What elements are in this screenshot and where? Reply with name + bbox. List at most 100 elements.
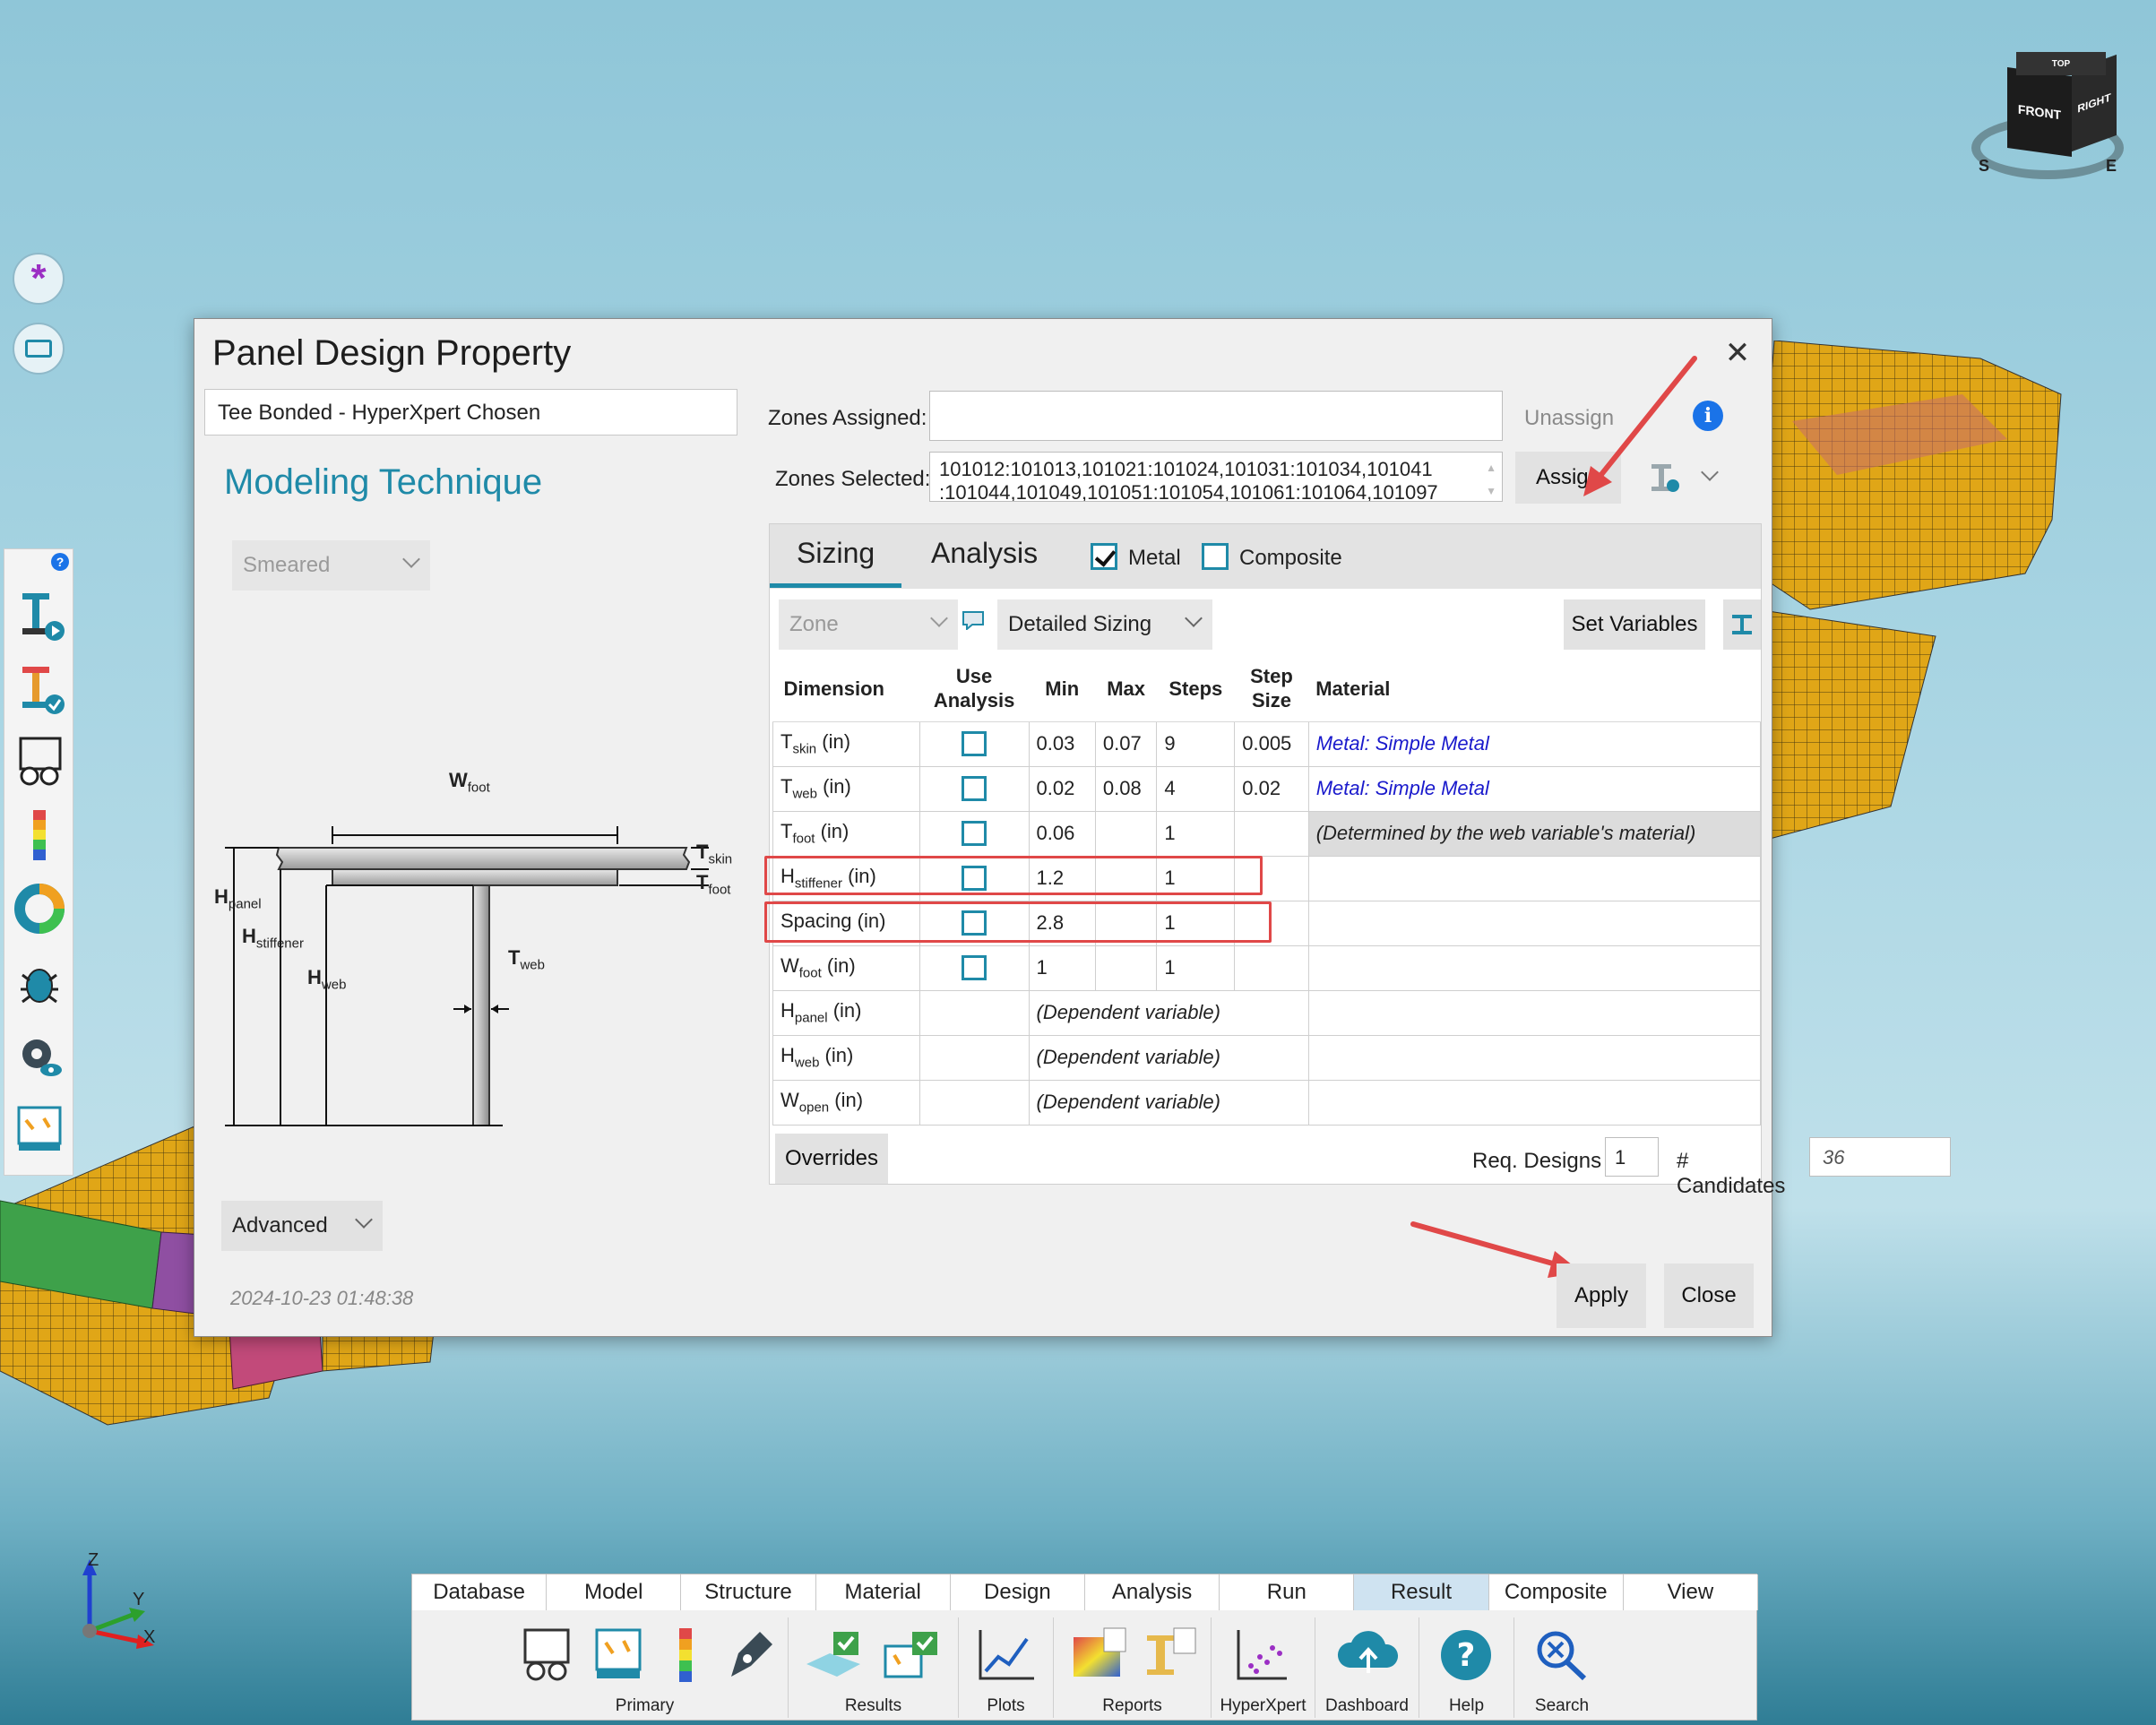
sizing-tabbar: Sizing Analysis Metal Composite (770, 524, 1761, 589)
step-size-cell[interactable] (1234, 944, 1309, 991)
contour-legend-tool[interactable] (13, 806, 65, 865)
zones-selected-line1: 101012:101013,101021:101024,101031:10103… (939, 458, 1433, 480)
zones-selected-field[interactable]: 101012:101013,101021:101024,101031:10103… (929, 452, 1503, 502)
scroll-up-icon[interactable]: ▲ (1486, 456, 1496, 479)
settings-view-tool[interactable] (13, 1026, 65, 1085)
material-cell[interactable]: Metal: Simple Metal (1307, 765, 1762, 812)
ribbon-group-label: Dashboard (1325, 1696, 1409, 1715)
min-cell[interactable]: 0.06 (1028, 810, 1096, 857)
beam-profile-button[interactable] (1723, 599, 1761, 650)
steps-cell[interactable]: 1 (1156, 944, 1236, 991)
use-analysis-checkbox[interactable] (962, 731, 987, 757)
max-cell[interactable]: 0.08 (1094, 765, 1158, 812)
scroll-down-icon[interactable]: ▼ (1486, 479, 1496, 501)
ribbon-tab-analysis[interactable]: Analysis (1085, 1574, 1220, 1610)
zones-assigned-field[interactable] (929, 391, 1503, 441)
max-cell[interactable] (1094, 944, 1158, 991)
pen-tool-icon[interactable] (720, 1626, 778, 1684)
beam-report-icon[interactable] (1138, 1626, 1201, 1684)
results-check-icon[interactable] (803, 1628, 866, 1682)
use-analysis-checkbox[interactable] (962, 955, 987, 981)
steps-cell[interactable]: 4 (1156, 765, 1236, 812)
asterisk-button[interactable]: * (13, 253, 65, 305)
beam-check-tool[interactable] (13, 659, 65, 718)
ribbon-tab-structure[interactable]: Structure (681, 1574, 816, 1610)
steps-cell[interactable]: 1 (1156, 810, 1236, 857)
t-skin-label: Tskin (696, 841, 733, 867)
req-designs-input[interactable]: 1 (1605, 1137, 1659, 1177)
donut-chart-tool[interactable] (13, 879, 65, 938)
zone-dropdown[interactable]: Zone (779, 599, 958, 650)
ribbon-group-label: Primary (615, 1696, 675, 1715)
debug-tool[interactable] (13, 953, 65, 1012)
modeling-technique-heading: Modeling Technique (224, 462, 543, 502)
ribbon-tab-run[interactable]: Run (1220, 1574, 1355, 1610)
max-cell[interactable]: 0.07 (1094, 720, 1158, 767)
set-variables-button[interactable]: Set Variables (1564, 599, 1705, 650)
ribbon-tab-design[interactable]: Design (950, 1574, 1085, 1610)
results-window-check-icon[interactable] (882, 1628, 944, 1682)
view-cube-top-face[interactable]: TOP (2016, 52, 2106, 75)
help-icon[interactable]: ? (1436, 1626, 1498, 1684)
window-button[interactable] (13, 323, 65, 375)
close-icon[interactable]: ✕ (1720, 335, 1755, 371)
use-analysis-checkbox[interactable] (962, 821, 987, 847)
heatmap-report-icon[interactable] (1068, 1626, 1131, 1684)
composite-checkbox[interactable] (1202, 543, 1229, 570)
apply-button[interactable]: Apply (1557, 1264, 1646, 1328)
cloud-upload-icon[interactable] (1337, 1626, 1400, 1684)
zones-selected-label: Zones Selected: (775, 467, 931, 491)
chevron-down-icon (402, 550, 420, 568)
dimension-cell: Tfoot (in) (772, 810, 920, 857)
beam-run-tool[interactable] (13, 585, 65, 644)
ribbon-tab-view[interactable]: View (1623, 1574, 1758, 1610)
toolbar-help-icon[interactable]: ? (51, 553, 69, 571)
tab-analysis[interactable]: Analysis (931, 537, 1038, 570)
wing-model-right (1756, 341, 2062, 843)
material-cell (1307, 944, 1762, 991)
ribbon-tab-result[interactable]: Result (1354, 1574, 1489, 1610)
ribbon-tab-material[interactable]: Material (815, 1574, 951, 1610)
view-cube[interactable]: FRONT RIGHT TOP S E (1971, 52, 2142, 188)
ribbon-tab-composite[interactable]: Composite (1488, 1574, 1624, 1610)
compass-east-label: E (2106, 157, 2117, 175)
panel-design-property-dialog: Panel Design Property ✕ Tee Bonded - Hyp… (194, 318, 1951, 1337)
advanced-dropdown[interactable]: Advanced (221, 1201, 383, 1251)
metal-checkbox[interactable] (1091, 543, 1117, 570)
ribbon-group-search: Search (1514, 1617, 1609, 1718)
sizing-mode-dropdown[interactable]: Detailed Sizing (997, 599, 1212, 650)
glasses-window-icon[interactable] (520, 1626, 573, 1684)
table-row: Tfoot (in) 0.06 1 (Determined by the web va… (772, 810, 1762, 857)
table-row: Wfoot (in) 1 1 (772, 944, 1762, 991)
view-cube-front-face[interactable]: FRONT (2007, 66, 2072, 158)
min-cell[interactable]: 0.03 (1028, 720, 1096, 767)
min-cell: (Dependent variable) (1028, 1079, 1309, 1126)
search-icon[interactable] (1531, 1626, 1593, 1684)
overrides-button[interactable]: Overrides (775, 1134, 888, 1184)
steps-cell[interactable]: 9 (1156, 720, 1236, 767)
ribbon-tab-database[interactable]: Database (412, 1574, 548, 1610)
inspect-tool[interactable] (13, 732, 65, 791)
h-stiffener-label: Hstiffener (242, 925, 304, 952)
color-legend-icon[interactable] (672, 1626, 699, 1684)
use-analysis-checkbox[interactable] (962, 776, 987, 802)
step-size-cell[interactable]: 0.005 (1234, 720, 1309, 767)
step-size-cell[interactable]: 0.02 (1234, 765, 1309, 812)
tab-sizing[interactable]: Sizing (797, 537, 875, 570)
min-cell[interactable]: 0.02 (1028, 765, 1096, 812)
report-window-tool[interactable] (13, 1100, 65, 1159)
ribbon-tab-model[interactable]: Model (547, 1574, 682, 1610)
zone-info-icon[interactable] (962, 610, 985, 632)
close-button[interactable]: Close (1664, 1264, 1754, 1328)
technique-dropdown[interactable]: Smeared (232, 540, 430, 591)
line-chart-icon[interactable] (975, 1626, 1038, 1684)
ribbon-group-label: HyperXpert (1220, 1696, 1307, 1715)
min-cell[interactable]: 1 (1028, 944, 1096, 991)
step-size-cell[interactable] (1234, 810, 1309, 857)
material-cell[interactable]: Metal: Simple Metal (1307, 720, 1762, 767)
max-cell[interactable] (1094, 810, 1158, 857)
report-window-icon[interactable] (591, 1626, 645, 1684)
t-web-label: Tweb (508, 946, 545, 973)
concept-name-field[interactable]: Tee Bonded - HyperXpert Chosen (204, 389, 737, 436)
scatter-plot-icon[interactable] (1233, 1626, 1290, 1684)
